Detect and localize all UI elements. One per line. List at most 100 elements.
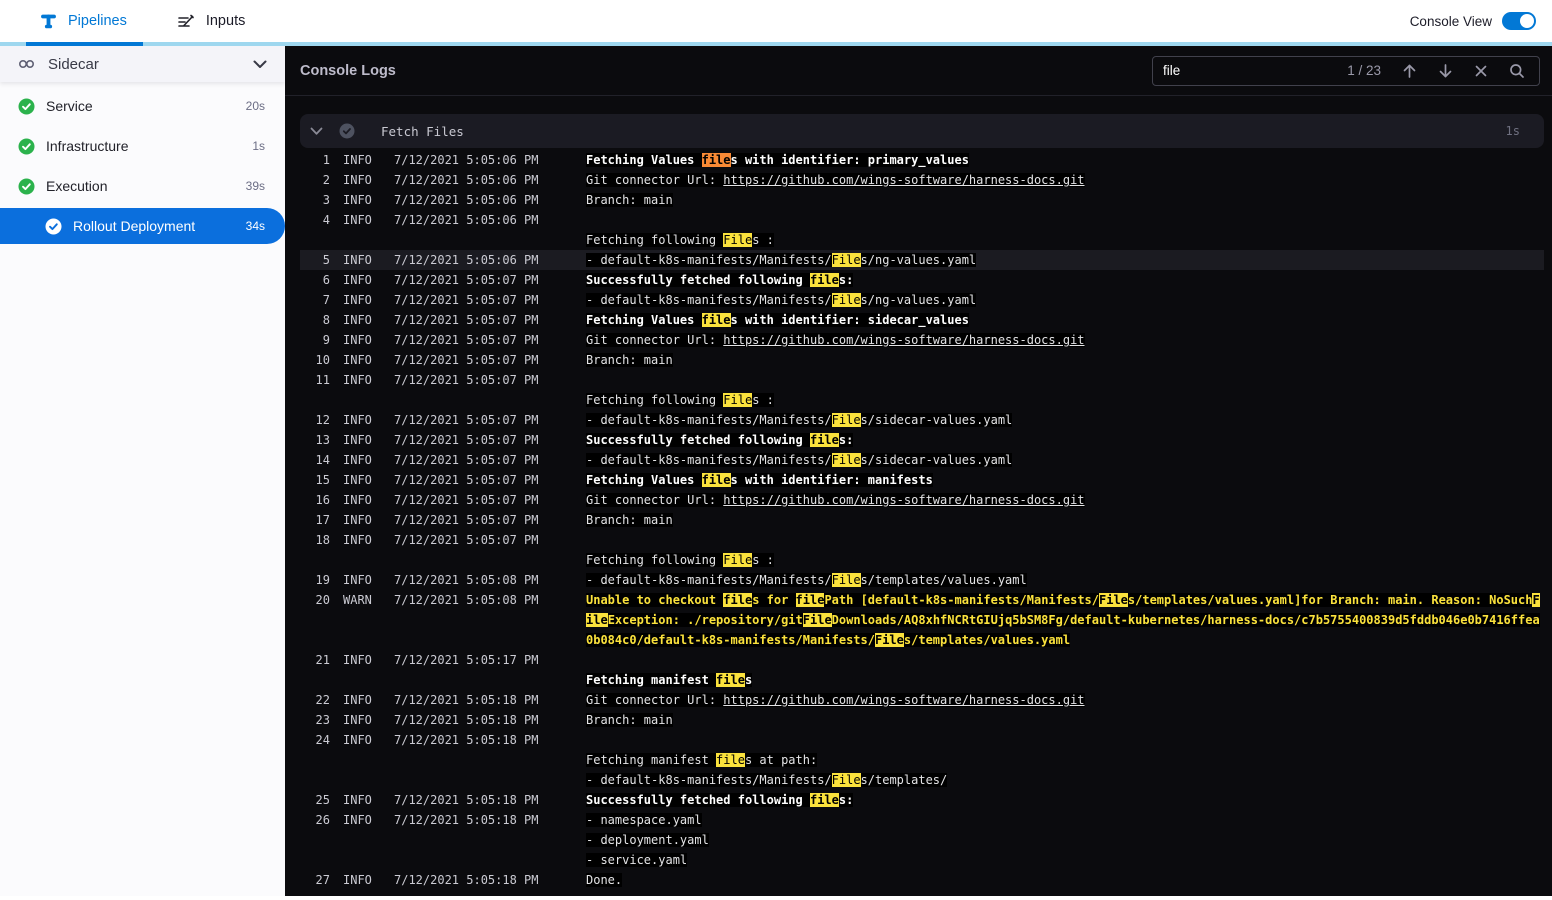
log-message: - default-k8s-manifests/Manifests/Files/…	[586, 250, 1544, 270]
log-link[interactable]: https://github.com/wings-software/harnes…	[723, 693, 1085, 707]
log-row: 12 INFO 7/12/2021 5:05:07 PM - default-k8s-…	[300, 410, 1544, 430]
status-success-icon	[18, 98, 35, 114]
log-row: 25 INFO 7/12/2021 5:05:18 PM Successfully f…	[300, 790, 1544, 810]
search-match: File	[723, 233, 753, 247]
log-time: 7/12/2021 5:05:07 PM	[394, 273, 539, 287]
log-text: Branch: main	[586, 713, 673, 727]
log-ln: 16	[315, 493, 330, 507]
log-row: 18 INFO 7/12/2021 5:05:07 PM	[300, 530, 1544, 550]
log-text: - default-k8s-manifests/Manifests/	[586, 293, 832, 307]
log-lvl: INFO	[343, 413, 372, 427]
log-text: s/templates/values.yaml	[860, 573, 1027, 587]
status-success-icon	[18, 178, 35, 194]
log-link[interactable]: https://github.com/wings-software/harnes…	[723, 173, 1085, 187]
search-match: file	[701, 313, 731, 327]
log-text: - default-k8s-manifests/Manifests/	[586, 573, 832, 587]
log-time: 7/12/2021 5:05:07 PM	[394, 493, 539, 507]
search-match: File	[802, 613, 832, 627]
log-lvl: INFO	[343, 253, 372, 267]
log-link[interactable]: https://github.com/wings-software/harnes…	[723, 493, 1085, 507]
search-match: file	[716, 673, 745, 687]
log-text: Successfully fetched following	[586, 433, 810, 447]
search-match: File	[1099, 593, 1128, 607]
log-time: 7/12/2021 5:05:18 PM	[394, 713, 539, 727]
log-text: Git connector Url:	[586, 693, 724, 707]
log-text: s with identifier: primary_values	[730, 153, 969, 167]
inputs-icon	[178, 14, 194, 27]
log-lvl: INFO	[343, 153, 372, 167]
log-message: Git connector Url: https://github.com/wi…	[586, 170, 1544, 190]
log-text: s with identifier: sidecar_values	[730, 313, 969, 327]
log-message: Git connector Url: https://github.com/wi…	[586, 330, 1544, 350]
log-ln: 20	[315, 593, 330, 607]
console-panel: Console Logs 1 / 23	[285, 46, 1552, 896]
tab-pipelines[interactable]: Pipelines	[40, 13, 127, 30]
sidebar-item-execution[interactable]: Execution 39s	[0, 166, 285, 206]
log-text: Path [default-k8s-manifests/Manifests/	[824, 593, 1099, 607]
stage-header-sidecar[interactable]: Sidecar	[0, 46, 285, 82]
log-row: Fetching following Files :	[300, 390, 1544, 410]
sidebar-item-rollout-deployment[interactable]: Rollout Deployment 34s	[0, 208, 285, 244]
log-text: s :	[752, 553, 774, 567]
log-lvl: INFO	[343, 713, 372, 727]
log-text: s	[744, 673, 753, 687]
log-message: - default-k8s-manifests/Manifests/Files/…	[586, 770, 1544, 790]
log-row: Fetching manifest files at path:	[300, 750, 1544, 770]
log-text: - default-k8s-manifests/Manifests/	[586, 413, 832, 427]
search-match: file	[701, 473, 731, 487]
console-header: Console Logs 1 / 23	[285, 46, 1552, 96]
search-next-button[interactable]	[1433, 63, 1457, 79]
log-text: - default-k8s-manifests/Manifests/	[586, 773, 832, 787]
log-ln: 19	[315, 573, 330, 587]
log-message: Branch: main	[586, 350, 1544, 370]
log-message: - default-k8s-manifests/Manifests/Files/…	[586, 450, 1544, 470]
log-row: Fetching following Files :	[300, 230, 1544, 250]
log-row: 22 INFO 7/12/2021 5:05:18 PM Git connector …	[300, 690, 1544, 710]
log-time: 7/12/2021 5:05:07 PM	[394, 473, 539, 487]
log-section-header[interactable]: Fetch Files 1s	[300, 114, 1544, 148]
log-row: 9 INFO 7/12/2021 5:05:07 PM Git connector U…	[300, 330, 1544, 350]
log-link[interactable]: https://github.com/wings-software/harnes…	[723, 333, 1085, 347]
sidebar-item-infrastructure[interactable]: Infrastructure 1s	[0, 126, 285, 166]
log-time: 7/12/2021 5:05:07 PM	[394, 373, 539, 387]
log-text: Successfully fetched following	[586, 273, 810, 287]
log-time: 7/12/2021 5:05:17 PM	[394, 653, 539, 667]
search-clear-button[interactable]	[1469, 65, 1493, 77]
log-message: Fetching Values files with identifier: s…	[586, 310, 1544, 330]
pipeline-icon	[41, 14, 56, 28]
search-prev-button[interactable]	[1397, 63, 1421, 79]
log-text: Fetching Values	[586, 313, 702, 327]
log-lvl: INFO	[343, 193, 372, 207]
log-lvl: INFO	[343, 573, 372, 587]
search-input[interactable]	[1163, 63, 1348, 78]
log-ln: 22	[315, 693, 330, 707]
log-message: Branch: main	[586, 510, 1544, 530]
log-ln: 24	[315, 733, 330, 747]
log-text: Branch: main	[586, 513, 673, 527]
log-time: 7/12/2021 5:05:18 PM	[394, 873, 539, 887]
log-message: Fetching manifest files	[586, 670, 1544, 690]
log-message: Fetching following Files :	[586, 230, 1544, 250]
stage-name: Sidecar	[48, 55, 99, 73]
log-lvl: INFO	[343, 533, 372, 547]
console-view-toggle[interactable]	[1502, 12, 1536, 30]
search-icon	[1510, 63, 1524, 78]
step-label: Infrastructure	[46, 138, 129, 154]
log-text: s with identifier: manifests	[730, 473, 933, 487]
console-view-control: Console View	[1410, 12, 1536, 30]
log-time: 7/12/2021 5:05:06 PM	[394, 213, 539, 227]
log-time: 7/12/2021 5:05:18 PM	[394, 813, 539, 827]
tab-inputs[interactable]: Inputs	[177, 13, 245, 29]
search-submit-button[interactable]	[1505, 63, 1529, 79]
log-ln: 25	[315, 793, 330, 807]
stage-link-icon	[18, 59, 35, 69]
log-message: Done.	[586, 870, 1544, 890]
status-success-icon	[18, 138, 35, 154]
log-time: 7/12/2021 5:05:07 PM	[394, 413, 539, 427]
log-message: Branch: main	[586, 190, 1544, 210]
log-row: - service.yaml	[300, 850, 1544, 870]
sidebar-item-service[interactable]: Service 20s	[0, 86, 285, 126]
log-lvl: INFO	[343, 793, 372, 807]
log-message: Successfully fetched following files:	[586, 430, 1544, 450]
log-text: Fetching manifest	[586, 753, 717, 767]
